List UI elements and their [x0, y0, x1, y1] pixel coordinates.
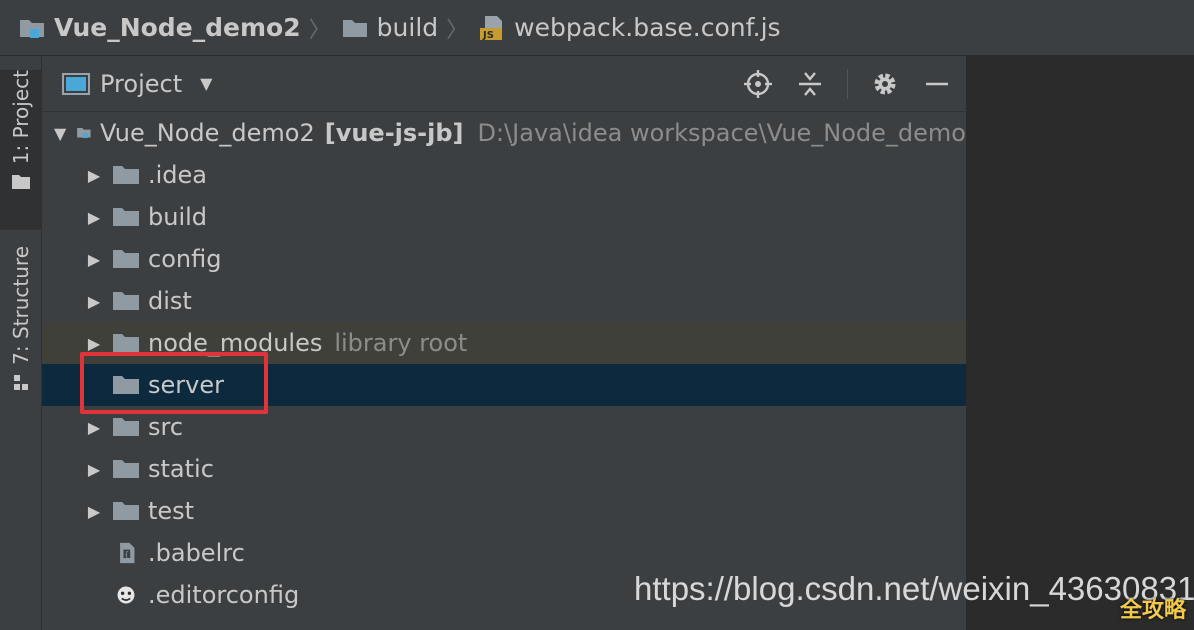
editor-area [966, 56, 1194, 630]
tree-item-label: dist [148, 287, 192, 315]
corner-logo: 全攻略 [1119, 598, 1186, 623]
tool-window-stripe: 1: Project 7: Structure [0, 56, 42, 630]
project-panel: Project ▼ ▼ Vue_Node_demo2 [vue-js-jb] D… [42, 56, 966, 630]
folder-icon [342, 19, 367, 37]
folder-icon [113, 250, 139, 268]
project-tool-label: 1: Project [9, 70, 33, 165]
hide-panel-button[interactable] [922, 69, 952, 99]
folder-icon [113, 334, 139, 352]
folder-icon [113, 460, 139, 478]
tree-item-dist[interactable]: ▶ dist [42, 280, 966, 322]
collapsed-arrow-icon[interactable]: ▶ [86, 166, 102, 185]
folder-icon [113, 418, 139, 436]
structure-icon [14, 374, 28, 390]
chevron-right-icon: 〉 [446, 17, 469, 43]
chevron-right-icon: 〉 [308, 17, 331, 43]
svg-text:JS: JS [482, 30, 494, 41]
tree-item-label: .editorconfig [148, 581, 300, 609]
toolbar-divider [847, 69, 848, 99]
collapsed-arrow-icon[interactable]: ▶ [86, 418, 102, 437]
collapsed-arrow-icon[interactable]: ▶ [86, 502, 102, 521]
babel-file-icon: {} [120, 542, 135, 564]
crosshair-icon [744, 70, 772, 98]
collapsed-arrow-icon[interactable]: ▶ [86, 292, 102, 311]
tree-item-label: static [148, 455, 214, 483]
watermark-text: https://blog.csdn.net/weixin_43630831 [634, 570, 1194, 607]
navigation-bar: Vue_Node_demo2 〉 build 〉 JS webpack.base… [0, 0, 1194, 56]
panel-toolbar [743, 56, 952, 112]
js-file-icon: JS [480, 15, 503, 41]
project-view-icon [62, 72, 90, 95]
gear-icon [874, 73, 896, 95]
tree-item-config[interactable]: ▶ config [42, 238, 966, 280]
tree-item-label: src [148, 413, 184, 441]
tree-item-server[interactable]: server [42, 364, 966, 406]
project-tool-button[interactable]: 1: Project [0, 70, 42, 230]
breadcrumb-label: Vue_Node_demo2 [54, 13, 301, 42]
collapsed-arrow-icon[interactable]: ▶ [86, 460, 102, 479]
collapse-all-icon [799, 72, 821, 96]
panel-title[interactable]: Project [100, 70, 182, 98]
tree-item-label: build [148, 203, 208, 231]
tree-item-idea[interactable]: ▶ .idea [42, 154, 966, 196]
folder-icon [113, 376, 139, 394]
collapse-all-button[interactable] [795, 69, 825, 99]
settings-button[interactable] [870, 69, 900, 99]
tree-item-node-modules[interactable]: ▶ node_modules library root [42, 322, 966, 364]
project-panel-header: Project ▼ [42, 56, 966, 112]
project-tree: ▼ Vue_Node_demo2 [vue-js-jb] D:\Java\ide… [42, 112, 966, 616]
breadcrumb-item-project[interactable]: Vue_Node_demo2 [18, 13, 301, 42]
tree-item-src[interactable]: ▶ src [42, 406, 966, 448]
locate-file-button[interactable] [743, 69, 773, 99]
folder-icon [12, 175, 30, 190]
tree-item-label: node_modules [148, 329, 323, 357]
tree-root-row[interactable]: ▼ Vue_Node_demo2 [vue-js-jb] D:\Java\ide… [42, 112, 966, 154]
root-module: [vue-js-jb] [324, 119, 464, 147]
editorconfig-file-icon [117, 586, 135, 604]
collapsed-arrow-icon[interactable]: ▶ [86, 250, 102, 269]
structure-tool-label: 7: Structure [9, 246, 33, 365]
library-root-hint: library root [334, 329, 468, 357]
breadcrumb-label: build [376, 13, 439, 42]
tree-item-test[interactable]: ▶ test [42, 490, 966, 532]
tree-item-label: test [148, 497, 195, 525]
collapsed-arrow-icon[interactable]: ▶ [86, 334, 102, 353]
minimize-icon [926, 82, 948, 86]
tree-item-babelrc[interactable]: {} .babelrc [42, 532, 966, 574]
tree-item-label: .babelrc [148, 539, 245, 567]
chevron-down-icon[interactable]: ▼ [200, 74, 212, 93]
module-icon [77, 127, 91, 139]
tree-item-label: config [148, 245, 222, 273]
folder-icon [113, 208, 139, 226]
root-name: Vue_Node_demo2 [99, 119, 315, 147]
module-icon [20, 19, 44, 38]
collapsed-arrow-icon[interactable]: ▶ [86, 208, 102, 227]
tree-item-label: .idea [148, 161, 208, 189]
tree-item-static[interactable]: ▶ static [42, 448, 966, 490]
expanded-arrow-icon[interactable]: ▼ [54, 124, 66, 143]
tree-item-build[interactable]: ▶ build [42, 196, 966, 238]
root-path: D:\Java\idea workspace\Vue_Node_demo [477, 119, 966, 147]
svg-text:{}: {} [124, 550, 134, 559]
folder-icon [113, 292, 139, 310]
tree-item-label: server [148, 371, 224, 399]
folder-icon [113, 502, 139, 520]
breadcrumb-item-file[interactable]: JS webpack.base.conf.js [478, 13, 781, 43]
breadcrumb-label: webpack.base.conf.js [514, 13, 781, 42]
structure-tool-button[interactable]: 7: Structure [0, 246, 42, 406]
breadcrumb-item-build[interactable]: build [341, 13, 438, 42]
folder-icon [113, 166, 139, 184]
